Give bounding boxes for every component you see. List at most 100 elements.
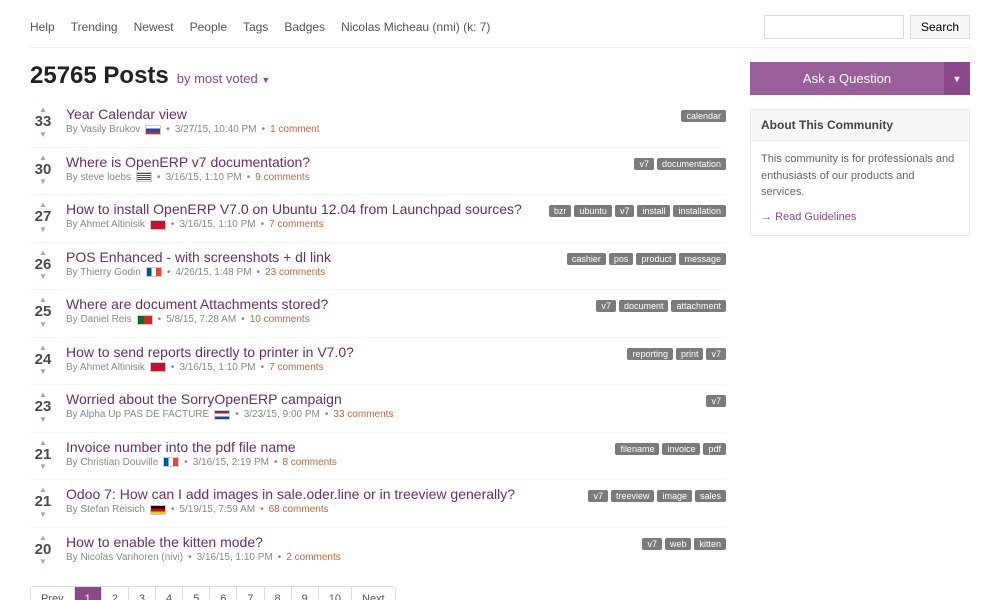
post-row: ▲27▼How to install OpenERP V7.0 on Ubunt… (30, 194, 726, 242)
comments-link[interactable]: 9 comments (255, 172, 309, 183)
tag[interactable]: installation (673, 205, 726, 217)
tag[interactable]: documentation (657, 158, 726, 170)
comments-link[interactable]: 7 comments (269, 219, 323, 230)
nav-badges[interactable]: Badges (284, 20, 325, 34)
downvote-button[interactable]: ▼ (39, 416, 47, 424)
post-title[interactable]: Worried about the SorryOpenERP campaign (66, 391, 696, 407)
tag[interactable]: filename (615, 443, 659, 455)
page-1[interactable]: 1 (75, 587, 102, 600)
comments-link[interactable]: 33 comments (333, 409, 393, 420)
tag[interactable]: calendar (681, 110, 726, 122)
post-author[interactable]: By Ahmet Altinisik (66, 362, 145, 373)
tag[interactable]: sales (695, 490, 726, 502)
page-4[interactable]: 4 (156, 587, 183, 600)
tag[interactable]: document (619, 300, 669, 312)
nav-newest[interactable]: Newest (134, 20, 174, 34)
page-5[interactable]: 5 (183, 587, 210, 600)
post-author[interactable]: By steve loebs (66, 172, 131, 183)
tag[interactable]: v7 (706, 395, 726, 407)
downvote-button[interactable]: ▼ (39, 178, 47, 186)
tag[interactable]: print (676, 348, 704, 360)
tag[interactable]: v7 (706, 348, 726, 360)
tag[interactable]: product (636, 253, 676, 265)
post-author[interactable]: By Alpha Up PAS DE FACTURE (66, 409, 209, 420)
post-author[interactable]: By Vasily Brukov (66, 124, 140, 135)
tag[interactable]: v7 (615, 205, 635, 217)
nav-help[interactable]: Help (30, 20, 55, 34)
ask-dropdown-button[interactable]: ▼ (944, 62, 970, 95)
flag-icon (214, 410, 230, 420)
comments-link[interactable]: 68 comments (269, 504, 329, 515)
tag[interactable]: image (657, 490, 692, 502)
tag[interactable]: v7 (642, 538, 662, 550)
page-6[interactable]: 6 (210, 587, 237, 600)
post-meta: By Christian Douville•3/16/15, 2:19 PM•8… (66, 457, 605, 468)
vote-count: 24 (35, 352, 52, 369)
comments-link[interactable]: 23 comments (265, 267, 325, 278)
comments-link[interactable]: 7 comments (269, 362, 323, 373)
tag[interactable]: treeview (611, 490, 655, 502)
post-author[interactable]: By Nicolas Vanhoren (nivi) (66, 552, 183, 563)
page-2[interactable]: 2 (102, 587, 129, 600)
tag[interactable]: pos (609, 253, 634, 265)
tag[interactable]: cashier (567, 253, 606, 265)
read-guidelines-link[interactable]: → Read Guidelines (761, 209, 856, 226)
post-author[interactable]: By Christian Douville (66, 457, 158, 468)
nav-user[interactable]: Nicolas Micheau (nmi) (k: 7) (341, 20, 490, 34)
page-9[interactable]: 9 (292, 587, 319, 600)
tag[interactable]: reporting (627, 348, 673, 360)
tag[interactable]: bzr (549, 205, 572, 217)
post-author[interactable]: By Ahmet Altinisik (66, 219, 145, 230)
post-author[interactable]: By Daniel Reis (66, 314, 132, 325)
post-title[interactable]: POS Enhanced - with screenshots + dl lin… (66, 249, 557, 265)
page-8[interactable]: 8 (265, 587, 292, 600)
comments-link[interactable]: 10 comments (250, 314, 310, 325)
post-title[interactable]: Odoo 7: How can I add images in sale.ode… (66, 486, 578, 502)
comments-link[interactable]: 1 comment (270, 124, 319, 135)
post-title[interactable]: How to install OpenERP V7.0 on Ubuntu 12… (66, 201, 539, 217)
post-title[interactable]: How to enable the kitten mode? (66, 534, 632, 550)
downvote-button[interactable]: ▼ (39, 321, 47, 329)
sort-dropdown[interactable]: by most voted ▼ (177, 71, 270, 86)
post-author[interactable]: By Stefan Reisich (66, 504, 145, 515)
downvote-button[interactable]: ▼ (39, 463, 47, 471)
tag[interactable]: pdf (703, 443, 726, 455)
tag[interactable]: install (637, 205, 670, 217)
tag[interactable]: ubuntu (574, 205, 612, 217)
post-title[interactable]: Where are document Attachments stored? (66, 296, 586, 312)
downvote-button[interactable]: ▼ (39, 226, 47, 234)
post-meta: By Daniel Reis•5/8/15, 7:28 AM•10 commen… (66, 314, 586, 325)
page-3[interactable]: 3 (129, 587, 156, 600)
downvote-button[interactable]: ▼ (39, 273, 47, 281)
downvote-button[interactable]: ▼ (39, 511, 47, 519)
nav-people[interactable]: People (190, 20, 227, 34)
nav-tags[interactable]: Tags (243, 20, 268, 34)
tag[interactable]: attachment (671, 300, 726, 312)
page-prev[interactable]: Prev (31, 587, 75, 600)
comments-link[interactable]: 2 comments (286, 552, 340, 563)
comments-link[interactable]: 8 comments (282, 457, 336, 468)
tag[interactable]: invoice (662, 443, 700, 455)
post-title[interactable]: Where is OpenERP v7 documentation? (66, 154, 624, 170)
page-next[interactable]: Next (352, 587, 395, 600)
downvote-button[interactable]: ▼ (39, 131, 47, 139)
search-input[interactable] (764, 15, 904, 39)
page-10[interactable]: 10 (319, 587, 352, 600)
tag[interactable]: message (679, 253, 726, 265)
nav-trending[interactable]: Trending (71, 20, 118, 34)
tag[interactable]: kitten (694, 538, 726, 550)
tag[interactable]: web (665, 538, 692, 550)
page-7[interactable]: 7 (237, 587, 264, 600)
ask-question-button[interactable]: Ask a Question (750, 62, 944, 95)
post-author[interactable]: By Thierry Godin (66, 267, 141, 278)
post-title[interactable]: Year Calendar view (66, 106, 671, 122)
search-button[interactable]: Search (910, 15, 970, 39)
post-title[interactable]: How to send reports directly to printer … (66, 344, 617, 360)
downvote-button[interactable]: ▼ (39, 558, 47, 566)
post-title[interactable]: Invoice number into the pdf file name (66, 439, 605, 455)
vote-count: 33 (35, 114, 52, 131)
tag[interactable]: v7 (596, 300, 616, 312)
downvote-button[interactable]: ▼ (39, 368, 47, 376)
tag[interactable]: v7 (588, 490, 608, 502)
tag[interactable]: v7 (634, 158, 654, 170)
